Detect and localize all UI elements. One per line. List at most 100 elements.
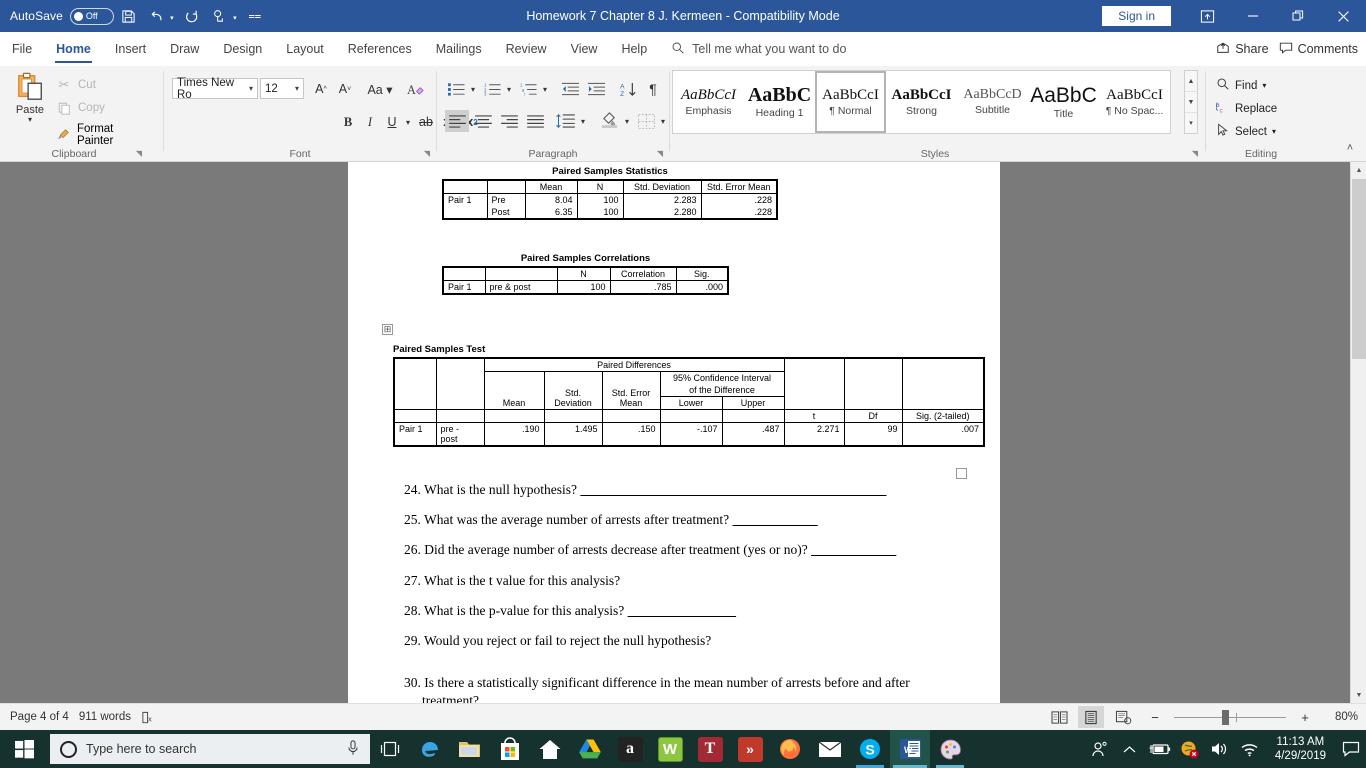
- battery-charging-icon[interactable]: [1145, 730, 1175, 768]
- edge-icon[interactable]: [410, 730, 450, 768]
- table-move-handle[interactable]: ⊞: [382, 324, 393, 335]
- replace-button[interactable]: bc Replace: [1215, 100, 1277, 117]
- antivirus-alert-icon[interactable]: [1175, 730, 1205, 768]
- search-input[interactable]: Type here to search: [50, 734, 370, 764]
- share-button[interactable]: Share: [1216, 41, 1269, 58]
- speaker-icon[interactable]: [1205, 730, 1235, 768]
- bold-button[interactable]: B: [338, 111, 358, 133]
- autosave-toggle[interactable]: Off: [69, 7, 114, 25]
- turnitin-icon[interactable]: T: [690, 730, 730, 768]
- sign-in-button[interactable]: Sign in: [1102, 6, 1171, 26]
- print-layout-icon[interactable]: [1078, 706, 1104, 728]
- save-icon[interactable]: [116, 3, 142, 29]
- page-indicator[interactable]: Page 4 of 4: [10, 711, 69, 723]
- more-styles-icon[interactable]: ▾: [1185, 113, 1197, 133]
- sort-icon[interactable]: AZ: [617, 78, 641, 100]
- shading-dropdown-icon[interactable]: ▾: [621, 110, 633, 132]
- find-button[interactable]: Find ▾: [1216, 77, 1266, 94]
- wifi-icon[interactable]: [1235, 730, 1265, 768]
- answer-blank[interactable]: [733, 512, 818, 527]
- chevron-up-icon[interactable]: [1115, 730, 1145, 768]
- decrease-indent-icon[interactable]: [559, 78, 581, 100]
- zoom-in-button[interactable]: +: [1292, 706, 1318, 728]
- restore-button[interactable]: [1275, 0, 1320, 32]
- style-heading-1[interactable]: AaBbC Heading 1: [744, 71, 815, 133]
- increase-indent-icon[interactable]: [585, 78, 607, 100]
- style-title[interactable]: AaBbC Title: [1028, 71, 1099, 133]
- multilevel-list-icon[interactable]: 1ai: [517, 78, 539, 100]
- comments-button[interactable]: Comments: [1279, 41, 1358, 58]
- chevron-down-icon[interactable]: ▾: [249, 84, 253, 93]
- align-center-button[interactable]: [471, 110, 495, 132]
- clipboard-dialog-launcher[interactable]: ◥: [136, 149, 142, 158]
- ribbon-display-options-icon[interactable]: [1185, 0, 1230, 32]
- align-left-button[interactable]: [445, 110, 469, 132]
- microsoft-store-icon[interactable]: [490, 730, 530, 768]
- justify-button[interactable]: [523, 110, 547, 132]
- style-no-spacing[interactable]: AaBbCcI ¶ No Spac...: [1099, 71, 1170, 133]
- scroll-up-icon[interactable]: ▲: [1185, 71, 1197, 92]
- cut-button[interactable]: ✂ Cut: [56, 77, 96, 93]
- borders-dropdown-icon[interactable]: ▾: [657, 110, 669, 132]
- zoom-out-button[interactable]: −: [1142, 706, 1168, 728]
- taskbar-clock[interactable]: 11:13 AM 4/29/2019: [1265, 735, 1336, 763]
- numbering-icon[interactable]: 123: [481, 78, 503, 100]
- bullets-dropdown-icon[interactable]: ▾: [467, 78, 479, 100]
- collapse-ribbon-button[interactable]: ˄: [1340, 137, 1360, 159]
- style-normal[interactable]: AaBbCcI ¶ Normal: [815, 71, 886, 133]
- word-count[interactable]: 911 words: [79, 711, 131, 723]
- styles-dialog-launcher[interactable]: ◥: [1192, 149, 1198, 158]
- answer-blank[interactable]: [580, 482, 886, 497]
- microphone-icon[interactable]: [346, 739, 360, 759]
- wolfram-icon[interactable]: W: [650, 730, 690, 768]
- customize-qat-icon[interactable]: ⩵: [242, 3, 268, 29]
- mail-icon[interactable]: [810, 730, 850, 768]
- zoom-level[interactable]: 80%: [1324, 711, 1358, 723]
- show-marks-icon[interactable]: ¶: [643, 78, 663, 100]
- paste-dropdown-icon[interactable]: ▾: [28, 116, 32, 124]
- paint-icon[interactable]: [930, 730, 970, 768]
- people-icon[interactable]: [1085, 730, 1115, 768]
- shrink-font-icon[interactable]: A ˅: [334, 78, 356, 100]
- rss-reader-icon[interactable]: »: [730, 730, 770, 768]
- underline-button[interactable]: U: [382, 111, 402, 133]
- read-mode-icon[interactable]: [1046, 706, 1072, 728]
- numbering-dropdown-icon[interactable]: ▾: [503, 78, 515, 100]
- close-button[interactable]: [1320, 0, 1366, 32]
- file-explorer-icon[interactable]: [450, 730, 490, 768]
- font-dialog-launcher[interactable]: ◥: [424, 149, 430, 158]
- proofing-errors-icon[interactable]: x: [141, 710, 156, 725]
- notification-icon[interactable]: [1336, 730, 1366, 768]
- paste-button[interactable]: Paste ▾: [8, 72, 52, 124]
- paragraph-dialog-launcher[interactable]: ◥: [657, 149, 663, 158]
- scroll-up-icon[interactable]: ▲: [1351, 162, 1366, 178]
- tab-file[interactable]: File: [0, 32, 44, 66]
- tab-design[interactable]: Design: [211, 32, 274, 66]
- answer-blank[interactable]: [628, 603, 737, 618]
- style-emphasis[interactable]: AaBbCcI Emphasis: [673, 71, 744, 133]
- underline-dropdown-icon[interactable]: ▾: [402, 111, 414, 133]
- skype-icon[interactable]: S: [850, 730, 890, 768]
- shading-icon[interactable]: [597, 108, 621, 130]
- object-anchor-handle[interactable]: [956, 468, 967, 479]
- undo-dropdown-icon[interactable]: ▾: [167, 3, 177, 29]
- scroll-down-icon[interactable]: ▼: [1351, 687, 1366, 703]
- tab-draw[interactable]: Draw: [158, 32, 211, 66]
- tell-me-box[interactable]: Tell me what you want to do: [671, 41, 846, 58]
- document-page[interactable]: Paired Samples Statistics Mean N Std. De…: [348, 162, 1000, 703]
- scroll-down-icon[interactable]: ▼: [1185, 92, 1197, 113]
- chevron-down-icon[interactable]: ▾: [295, 84, 299, 93]
- style-subtitle[interactable]: AaBbCcD Subtitle: [957, 71, 1028, 133]
- task-view-icon[interactable]: [370, 730, 410, 768]
- clear-formatting-icon[interactable]: A: [404, 78, 428, 100]
- word-icon[interactable]: W: [890, 730, 930, 768]
- amazon-icon[interactable]: a: [610, 730, 650, 768]
- align-right-button[interactable]: [497, 110, 521, 132]
- styles-gallery-scroll[interactable]: ▲ ▼ ▾: [1184, 70, 1198, 134]
- web-layout-icon[interactable]: [1110, 706, 1136, 728]
- tab-view[interactable]: View: [559, 32, 610, 66]
- tab-help[interactable]: Help: [609, 32, 659, 66]
- find-dropdown-icon[interactable]: ▾: [1262, 81, 1266, 90]
- line-spacing-dropdown-icon[interactable]: ▾: [577, 110, 589, 132]
- tab-mailings[interactable]: Mailings: [424, 32, 494, 66]
